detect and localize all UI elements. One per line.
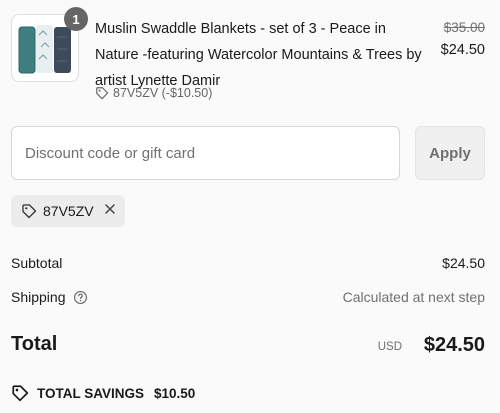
quantity-badge: 1: [64, 7, 88, 31]
product-discount: 87V5ZV (-$10.50): [95, 86, 212, 100]
shipping-value: Calculated at next step: [342, 289, 485, 305]
applied-discount-chip: 87V5ZV: [11, 195, 125, 227]
tag-icon: [95, 86, 109, 100]
applied-code-text: 87V5ZV: [43, 203, 94, 219]
product-discount-text: 87V5ZV (-$10.50): [113, 86, 213, 100]
remove-code-icon[interactable]: [104, 203, 116, 219]
help-circle-icon[interactable]: [73, 290, 88, 305]
subtotal-value: $24.50: [442, 255, 485, 271]
currency-code: USD: [377, 341, 402, 353]
apply-button[interactable]: Apply: [415, 126, 485, 180]
total-value: $24.50: [423, 334, 485, 356]
total-savings: TOTAL SAVINGS $10.50: [11, 384, 195, 402]
total-label: Total: [11, 333, 58, 355]
savings-label: TOTAL SAVINGS: [37, 385, 145, 401]
savings-tag-icon: [11, 384, 29, 402]
discount-code-input[interactable]: [11, 126, 400, 180]
subtotal-label: Subtotal: [11, 255, 63, 271]
shipping-label: Shipping: [11, 289, 66, 305]
savings-value: $10.50: [154, 385, 196, 401]
product-title: Muslin Swaddle Blankets - set of 3 - Pea…: [95, 21, 422, 89]
current-price: $24.50: [440, 42, 485, 58]
original-price: $35.00: [443, 20, 485, 35]
shipping-row: Shipping: [11, 289, 88, 305]
tag-icon: [21, 203, 37, 219]
